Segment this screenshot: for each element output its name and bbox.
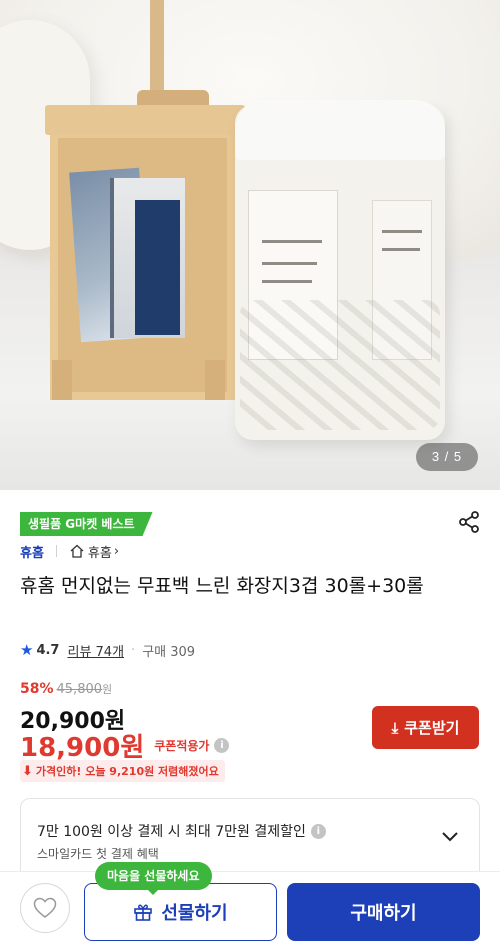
star-icon: ★ <box>20 641 34 659</box>
price-down-icon: ⬇ <box>22 763 33 779</box>
image-magazine <box>135 200 180 335</box>
coupon-price-row: 18,900원 쿠폰적용가 i <box>20 727 230 764</box>
image-lamp <box>150 0 164 95</box>
card-benefit-title: 7만 100원 이상 결제 시 최대 7만원 결제할인 <box>37 824 306 840</box>
image-label-line <box>262 280 312 283</box>
product-title: 휴홈 먼지없는 무표백 느린 화장지3겹 30롤+30롤 <box>20 575 424 597</box>
home-icon <box>70 544 84 558</box>
image-label-line <box>262 240 322 243</box>
review-link[interactable]: 리뷰 74개 <box>67 641 124 660</box>
price-drop-text: 가격인하! 오늘 9,210원 저렴해졌어요 <box>35 765 219 778</box>
discount-percent: 58% <box>20 681 54 697</box>
coupon-button-label: 쿠폰받기 <box>404 719 460 737</box>
gift-button-label: 선물하기 <box>161 903 228 924</box>
brand-link[interactable]: 휴홈 <box>20 542 44 561</box>
image-table-leg <box>52 360 72 400</box>
shop-link[interactable]: 휴홈 › <box>69 542 119 561</box>
rating-row: ★ 4.7 리뷰 74개 · 구매 309 <box>20 641 196 660</box>
best-badge: 생필품 G마켓 베스트 <box>20 512 153 536</box>
image-leaf-pattern <box>240 300 440 430</box>
discount-row: 58% 45,800 원 <box>20 681 112 697</box>
shop-name: 휴홈 <box>87 545 112 561</box>
coupon-price-label: 쿠폰적용가 <box>154 739 210 753</box>
brand-row: 휴홈 휴홈 › <box>20 542 119 561</box>
original-price: 45,800 <box>56 682 103 697</box>
info-icon[interactable]: i <box>310 823 326 839</box>
product-image[interactable] <box>0 0 500 490</box>
buy-button[interactable]: 구매하기 <box>287 883 480 941</box>
share-icon[interactable] <box>457 510 481 534</box>
original-price-unit: 원 <box>102 683 113 696</box>
gift-button[interactable]: 선물하기 <box>84 883 277 941</box>
gift-tooltip: 마음을 선물하세요 <box>95 862 212 895</box>
coupon-button[interactable]: ⤓ 쿠폰받기 <box>372 706 479 749</box>
purchase-count: 구매 309 <box>142 644 196 660</box>
image-label-line <box>382 248 420 251</box>
image-label-line <box>382 230 422 233</box>
price-drop-notice: ⬇ 가격인하! 오늘 9,210원 저렴해졌어요 <box>20 760 225 782</box>
chevron-down-icon[interactable] <box>441 827 459 845</box>
card-benefit-title-row: 7만 100원 이상 결제 시 최대 7만원 결제할인 i <box>37 821 326 841</box>
image-tissue-pack-top <box>235 100 445 160</box>
coupon-price: 18,900원 <box>20 733 145 763</box>
wishlist-button[interactable] <box>20 883 70 933</box>
image-side-table-top <box>45 105 245 135</box>
card-benefit-subtitle: 스마일카드 첫 결제 혜택 <box>37 847 159 861</box>
divider <box>55 545 57 557</box>
separator-dot: · <box>131 642 136 658</box>
image-counter: 3 / 5 <box>416 443 478 471</box>
info-icon[interactable]: i <box>214 738 230 753</box>
chevron-right-icon: › <box>113 543 120 559</box>
gift-icon <box>134 904 153 921</box>
download-icon: ⤓ <box>391 718 399 737</box>
image-table-leg <box>205 360 225 400</box>
rating-score: 4.7 <box>36 642 60 658</box>
image-label-line <box>262 262 317 265</box>
heart-icon <box>33 897 57 918</box>
